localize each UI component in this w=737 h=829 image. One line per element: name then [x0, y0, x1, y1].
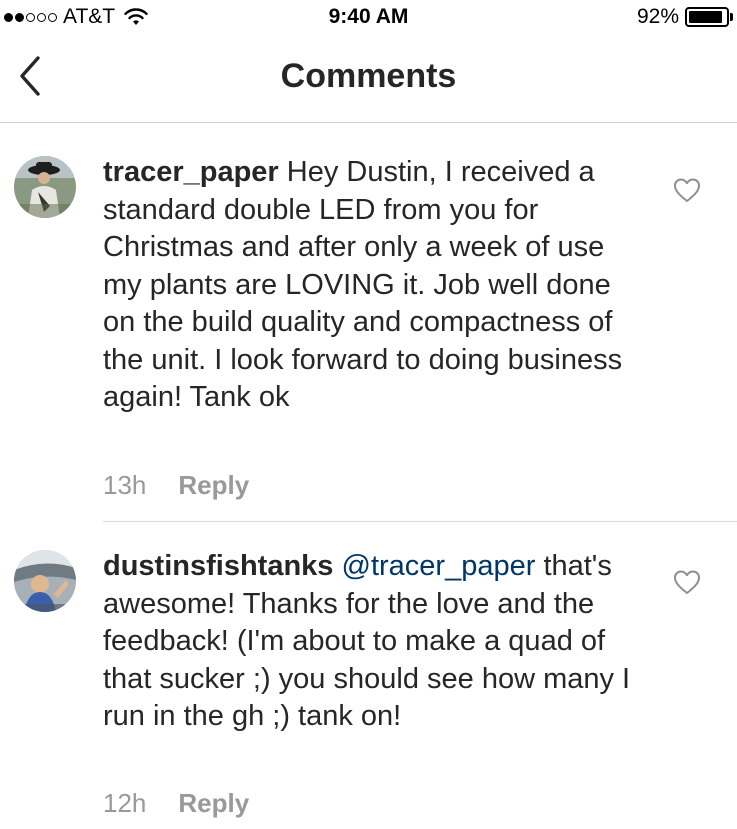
comment-message: Hey Dustin, I received a standard double…	[103, 156, 623, 413]
battery-percent: 92%	[636, 5, 679, 28]
comment-meta: 12h Reply	[103, 788, 249, 819]
battery-icon	[685, 7, 729, 27]
comment-meta: 13h Reply	[103, 470, 249, 501]
comment-mention[interactable]: @tracer_paper	[342, 550, 536, 582]
nav-bar: Comments	[0, 34, 737, 123]
battery-fill	[689, 11, 723, 23]
reply-button[interactable]: Reply	[178, 788, 249, 819]
avatar-image	[14, 550, 76, 612]
page-title: Comments	[280, 57, 457, 95]
heart-outline-icon[interactable]	[672, 568, 702, 596]
comment-text: tracer_paper Hey Dustin, I received a st…	[103, 154, 648, 417]
comment-time: 13h	[103, 470, 147, 500]
heart-outline-icon[interactable]	[672, 176, 702, 204]
status-right: 92%	[637, 4, 733, 30]
avatar[interactable]	[14, 550, 76, 612]
comment-time: 12h	[103, 788, 147, 818]
battery-nub	[730, 13, 733, 21]
comment-username[interactable]: tracer_paper	[103, 156, 279, 188]
status-time: 9:40 AM	[328, 5, 409, 28]
comment-username[interactable]: dustinsfishtanks	[103, 550, 333, 582]
divider	[103, 521, 737, 522]
status-bar: AT&T 9:40 AM 92%	[0, 0, 737, 34]
reply-button[interactable]: Reply	[178, 470, 249, 501]
comment-text: dustinsfishtanks @tracer_paper that's aw…	[103, 548, 648, 736]
avatar-image	[14, 156, 76, 218]
avatar[interactable]	[14, 156, 76, 218]
